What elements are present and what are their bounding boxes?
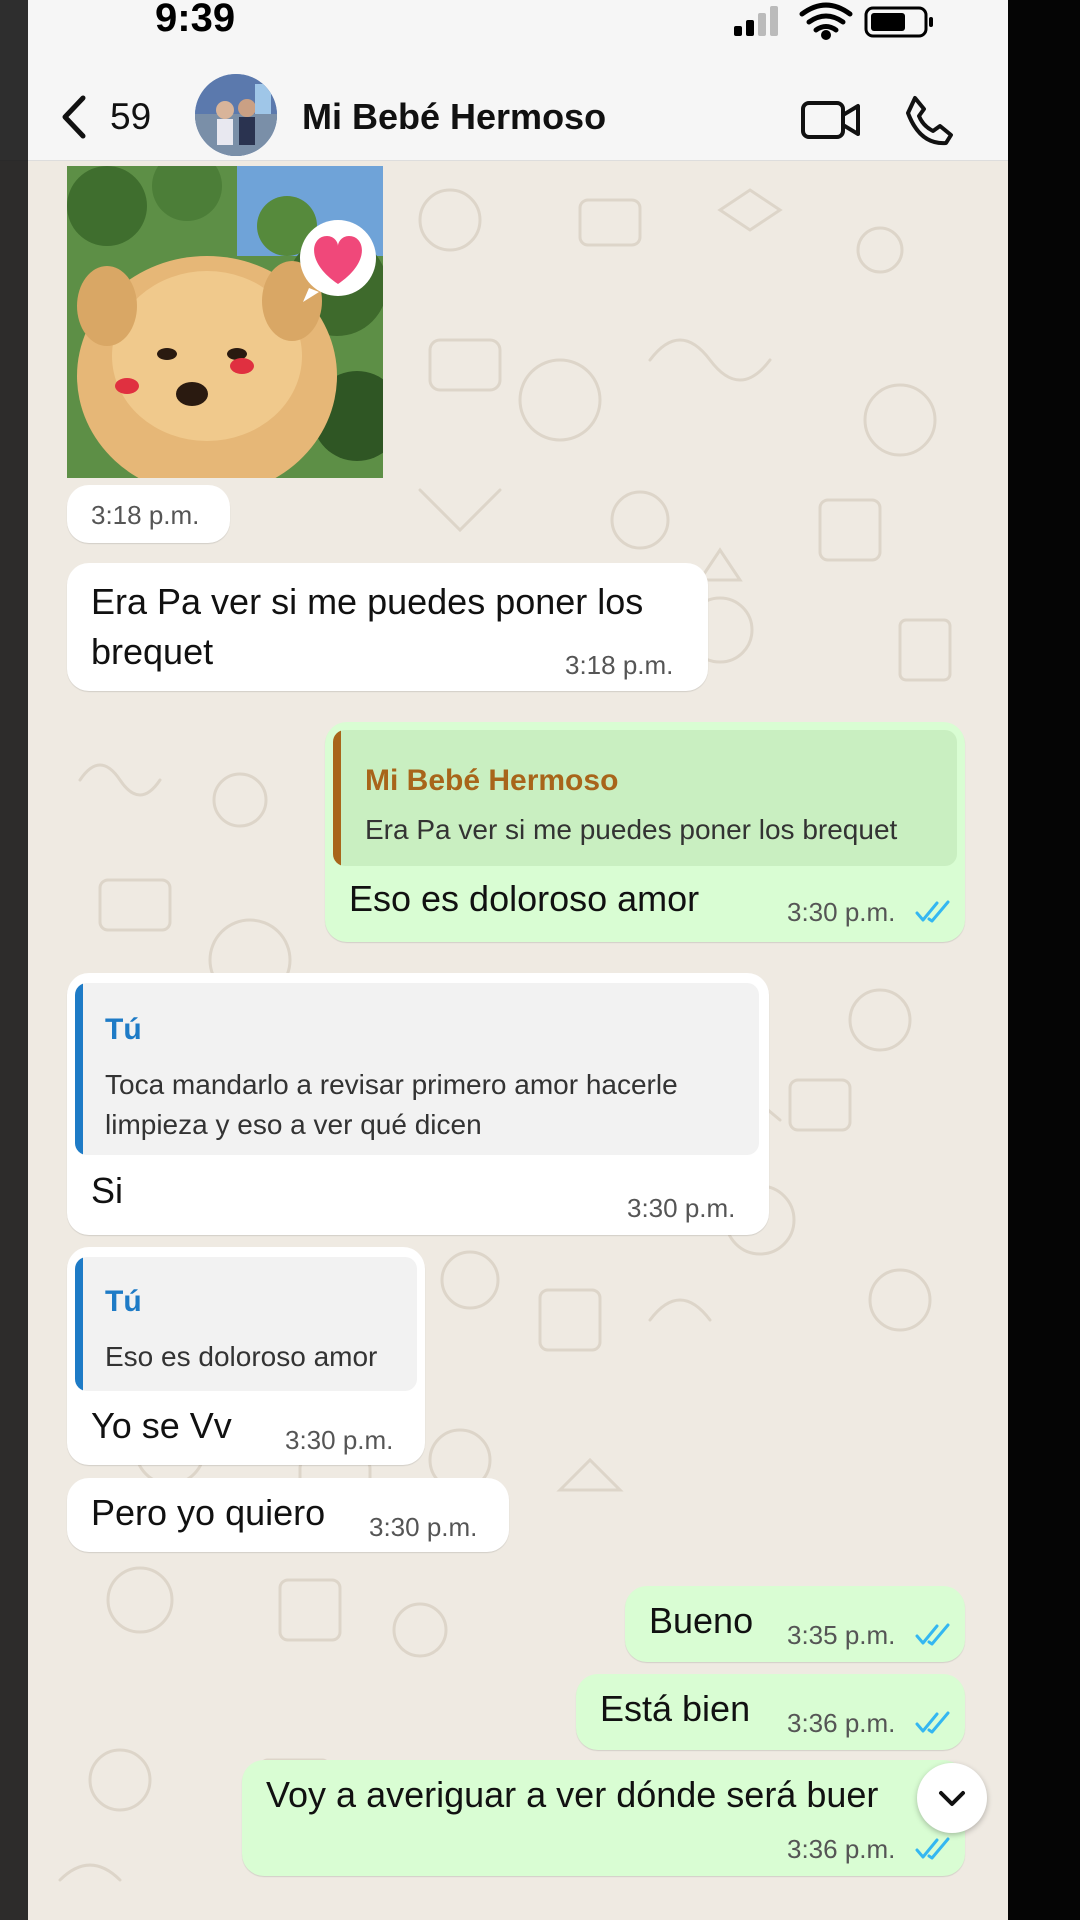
status-icons — [734, 2, 933, 40]
outgoing-message[interactable]: Está bien 3:36 p.m. — [576, 1674, 965, 1750]
message-text: Pero yo quiero — [91, 1492, 326, 1533]
chevron-down-icon — [939, 1791, 965, 1806]
read-ticks-icon — [915, 1623, 950, 1646]
quoted-message[interactable]: Tú Toca mandarlo a revisar primero amor … — [75, 983, 759, 1155]
incoming-reply-message[interactable]: Tú Eso es doloroso amor Yo se Vv 3:30 p.… — [67, 1247, 425, 1465]
quote-bar — [75, 983, 83, 1155]
message-text: Voy a averiguar a ver dónde será buer — [266, 1774, 879, 1815]
quote-bar — [333, 730, 341, 866]
message-time: 3:30 p.m. — [369, 1512, 478, 1542]
quoted-message[interactable]: Tú Eso es doloroso amor — [75, 1257, 417, 1391]
outgoing-reply-message[interactable]: Mi Bebé Hermoso Era Pa ver si me puedes … — [325, 722, 965, 942]
message-time: 3:18 p.m. — [91, 500, 200, 530]
phone-call-icon[interactable] — [903, 94, 955, 146]
message-text: Bueno — [649, 1600, 754, 1641]
status-time: 9:39 — [155, 0, 236, 40]
status-bar: 9:39 — [0, 0, 1008, 50]
message-time: 3:18 p.m. — [565, 650, 674, 680]
photo-message[interactable] — [67, 166, 383, 478]
message-time: 3:36 p.m. — [787, 1708, 896, 1738]
quote-author: Tú — [105, 1013, 142, 1046]
outgoing-message[interactable]: Voy a averiguar a ver dónde será buer 3:… — [242, 1760, 965, 1876]
incoming-message[interactable]: Era Pa ver si me puedes poner los breque… — [67, 563, 708, 691]
quote-text: Eso es doloroso amor — [105, 1341, 378, 1372]
read-ticks-icon — [915, 900, 950, 923]
wifi-icon — [799, 2, 853, 40]
video-call-icon[interactable] — [800, 98, 862, 142]
message-text: Está bien — [600, 1688, 751, 1729]
message-time: 3:35 p.m. — [787, 1620, 896, 1650]
scroll-to-bottom-button[interactable] — [917, 1763, 987, 1833]
photo-timestamp-bubble: 3:18 p.m. — [67, 485, 230, 543]
message-text: Yo se Vv — [91, 1405, 232, 1446]
left-frame-edge — [0, 0, 28, 1920]
incoming-message[interactable]: Pero yo quiero 3:30 p.m. — [67, 1478, 509, 1552]
quote-text: Toca mandarlo a revisar primero amor hac… — [105, 1069, 678, 1140]
right-frame-edge — [1008, 0, 1080, 1920]
outgoing-message[interactable]: Bueno 3:35 p.m. — [625, 1586, 965, 1662]
battery-icon — [864, 6, 933, 38]
message-time: 3:30 p.m. — [285, 1425, 394, 1455]
heart-sticker-icon — [300, 220, 376, 302]
quote-author: Tú — [105, 1285, 142, 1318]
message-text: Si — [91, 1170, 124, 1211]
read-ticks-icon — [915, 1837, 950, 1860]
puppy-photo — [67, 166, 383, 478]
message-time: 3:30 p.m. — [787, 897, 896, 927]
quoted-message[interactable]: Mi Bebé Hermoso Era Pa ver si me puedes … — [333, 730, 957, 866]
quote-bar — [75, 1257, 83, 1391]
chat-screen: 9:39 59 Mi Bebé Hermoso 3:18 p.m. Era Pa… — [0, 0, 1008, 1920]
message-text: Eso es doloroso amor — [349, 878, 700, 919]
chat-header: 59 Mi Bebé Hermoso — [0, 50, 1008, 161]
signal-icon — [734, 6, 778, 36]
read-ticks-icon — [915, 1711, 950, 1734]
quote-author: Mi Bebé Hermoso — [365, 764, 619, 797]
unread-count[interactable]: 59 — [110, 96, 151, 138]
contact-avatar[interactable] — [195, 74, 277, 156]
quote-text: Era Pa ver si me puedes poner los breque… — [365, 814, 898, 845]
message-time: 3:36 p.m. — [787, 1834, 896, 1864]
incoming-reply-message[interactable]: Tú Toca mandarlo a revisar primero amor … — [67, 973, 769, 1235]
contact-name[interactable]: Mi Bebé Hermoso — [302, 96, 606, 138]
message-time: 3:30 p.m. — [627, 1193, 736, 1223]
back-chevron-icon[interactable] — [55, 92, 95, 142]
